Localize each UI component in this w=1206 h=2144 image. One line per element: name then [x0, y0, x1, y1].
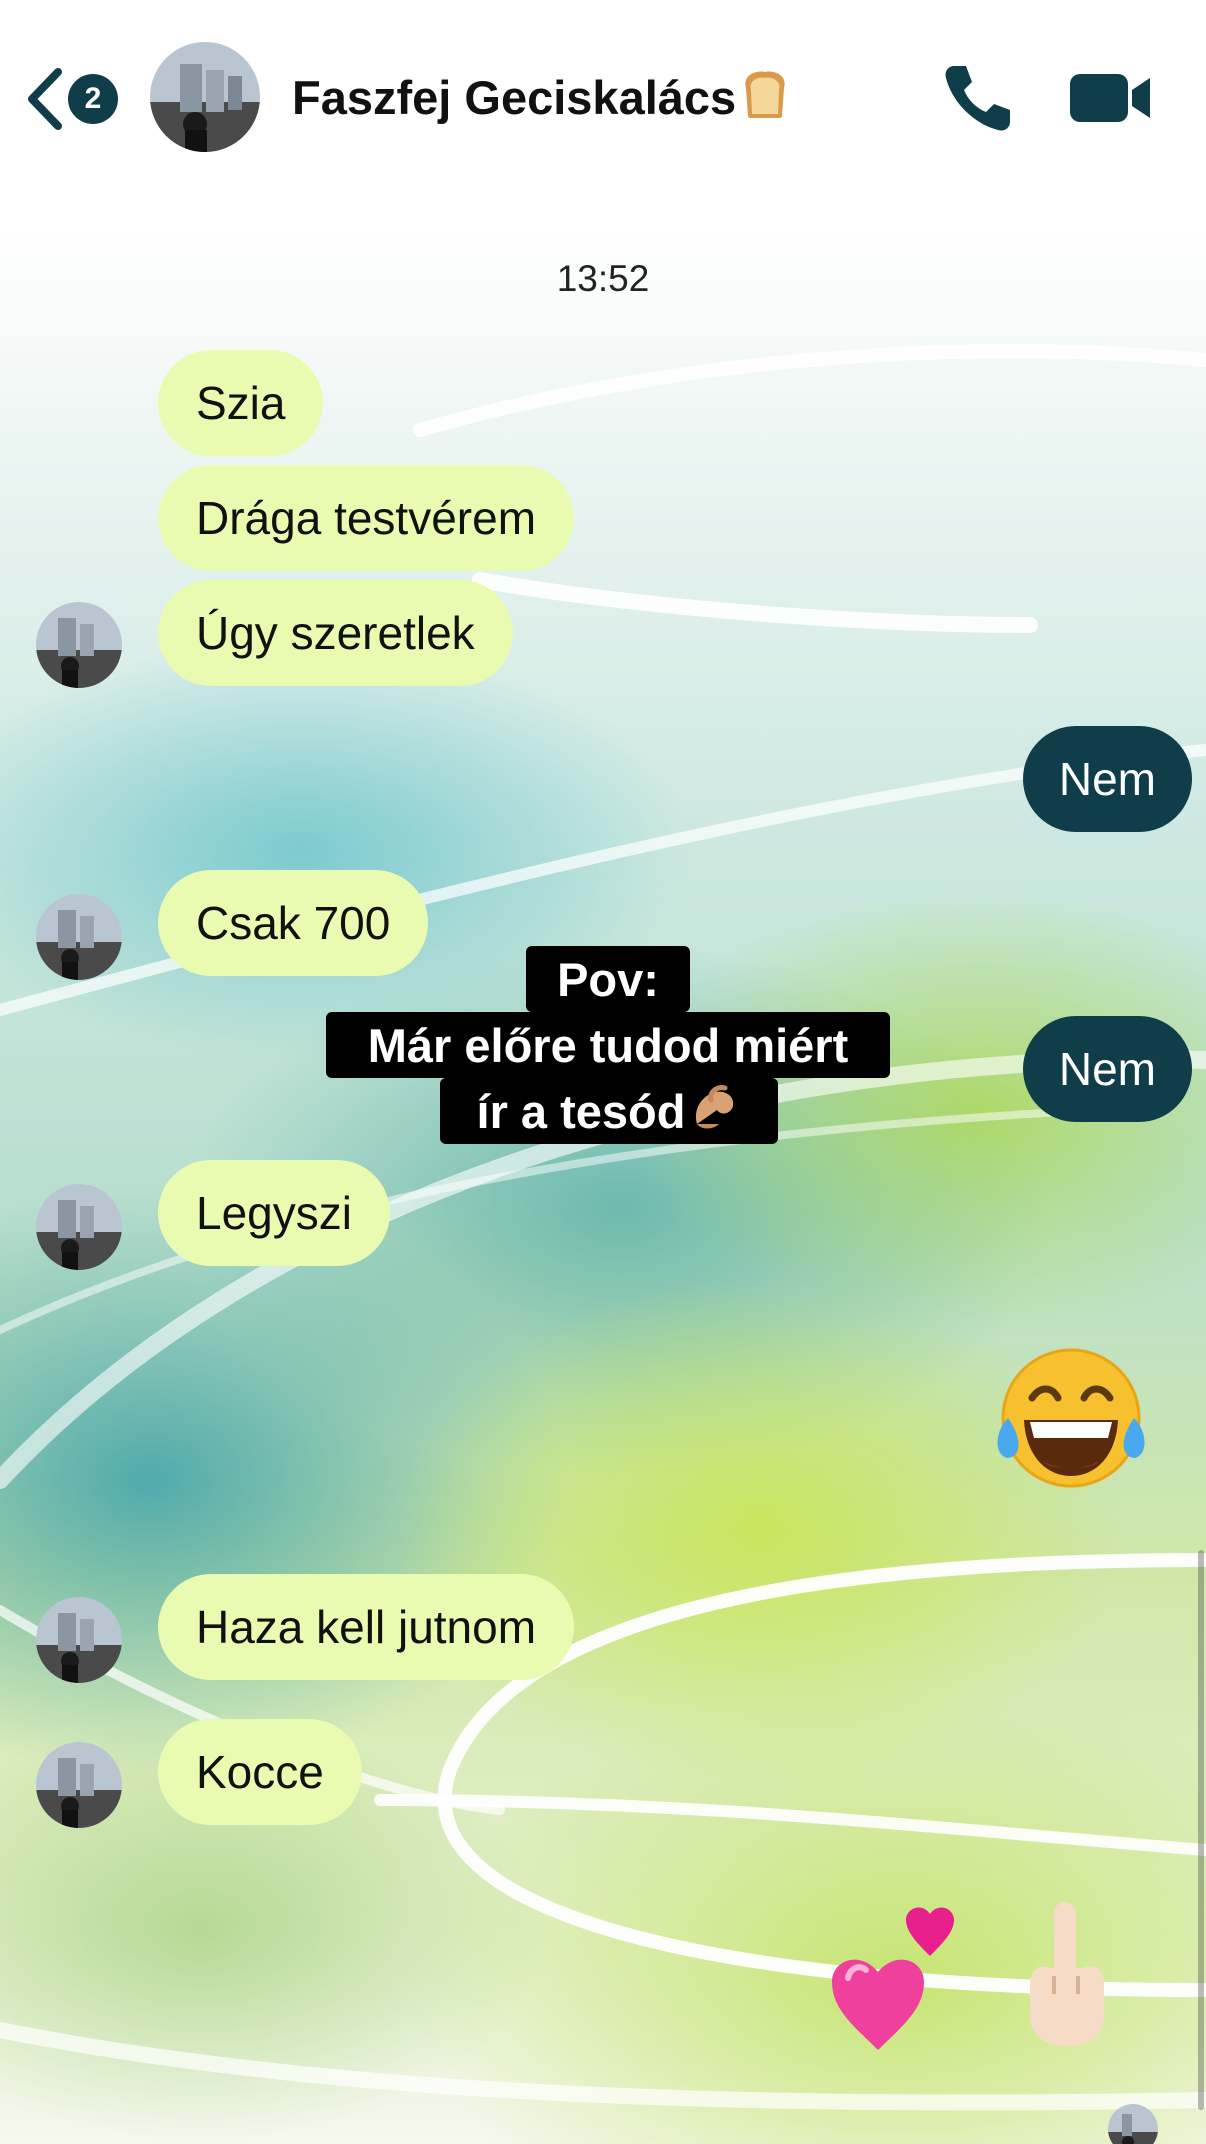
video-call-button[interactable]: [1068, 66, 1156, 130]
avatar-photo: [150, 42, 260, 152]
caption-line-3: ír a tesód: [440, 1078, 778, 1144]
incoming-message-bubble[interactable]: Legyszi: [158, 1160, 390, 1266]
incoming-message-bubble[interactable]: Szia: [158, 350, 324, 456]
incoming-message-bubble[interactable]: Úgy szeretlek: [158, 580, 513, 686]
two-hearts-emoji[interactable]: [826, 1900, 976, 2061]
message-text: Csak 700: [196, 897, 391, 949]
tears-of-joy-emoji[interactable]: [994, 1346, 1148, 1497]
message-text: Legyszi: [196, 1187, 352, 1239]
outgoing-message-bubble[interactable]: Nem: [1022, 726, 1192, 832]
incoming-message-bubble[interactable]: Csak 700: [158, 870, 429, 976]
chevron-left-icon: [28, 68, 62, 130]
phone-icon: [945, 66, 1010, 131]
message-text: Kocce: [196, 1746, 324, 1798]
incoming-message-bubble[interactable]: Kocce: [158, 1719, 362, 1825]
message-text: Nem: [1058, 753, 1156, 805]
sender-avatar[interactable]: [36, 1184, 122, 1270]
avatar-photo: [36, 602, 122, 688]
message-text: Haza kell jutnom: [196, 1601, 537, 1653]
message-text: Nem: [1058, 1043, 1156, 1095]
message-text: Drága testvérem: [196, 492, 537, 544]
message-text: Szia: [196, 377, 286, 429]
bread-emoji: [740, 68, 790, 131]
message-timestamp: 13:52: [556, 258, 650, 299]
back-button[interactable]: 2: [24, 62, 124, 132]
incoming-message-bubble[interactable]: Haza kell jutnom: [158, 1574, 575, 1680]
avatar-photo: [36, 1184, 122, 1270]
avatar-photo: [36, 1742, 122, 1828]
outgoing-message-bubble[interactable]: Nem: [1022, 1016, 1192, 1122]
video-camera-icon: [1070, 74, 1150, 122]
scrollbar[interactable]: [1198, 1550, 1204, 2110]
sender-avatar[interactable]: [36, 1597, 122, 1683]
caption-line-1: Pov:: [526, 946, 690, 1012]
chat-header: 2 Faszfej Geciskalács: [0, 0, 1206, 200]
message-text: Úgy szeretlek: [196, 607, 475, 659]
voice-call-button[interactable]: [940, 60, 1016, 136]
sender-avatar[interactable]: [36, 602, 122, 688]
avatar-photo: [36, 1597, 122, 1683]
caption-line-2: Már előre tudod miért: [326, 1012, 890, 1078]
contact-name[interactable]: Faszfej Geciskalács: [292, 68, 790, 131]
avatar-photo: [36, 894, 122, 980]
sender-avatar[interactable]: [36, 1742, 122, 1828]
unread-count-badge: 2: [68, 74, 118, 124]
middle-finger-emoji[interactable]: [1020, 1898, 1114, 2055]
contact-name-text: Faszfej Geciskalács: [292, 71, 737, 124]
sender-avatar[interactable]: [36, 894, 122, 980]
incoming-message-bubble[interactable]: Drága testvérem: [158, 465, 575, 571]
contact-avatar[interactable]: [150, 42, 260, 152]
pinching-hand-emoji: [689, 1080, 741, 1143]
caption-line-3-text: ír a tesód: [476, 1084, 686, 1138]
